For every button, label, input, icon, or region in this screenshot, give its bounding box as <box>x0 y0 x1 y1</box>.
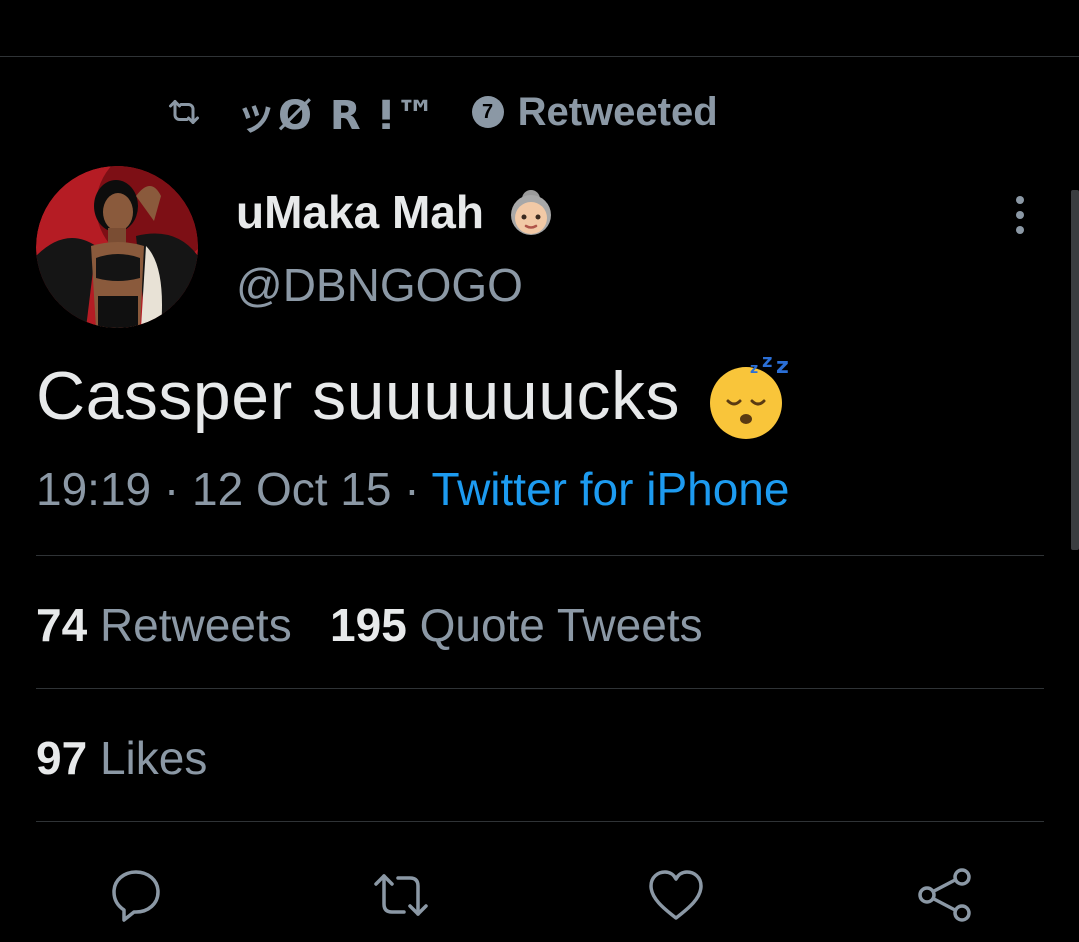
quote-tweets-count: 195 <box>330 599 407 651</box>
retweets-stat[interactable]: 74 Retweets <box>36 599 292 651</box>
top-divider <box>0 56 1079 57</box>
retweets-label: Retweets <box>99 599 292 651</box>
meta-separator: · <box>163 463 180 515</box>
scrollbar[interactable] <box>1071 190 1079 550</box>
share-icon[interactable] <box>914 864 976 926</box>
svg-text:z: z <box>776 354 789 379</box>
svg-text:z: z <box>750 361 758 377</box>
author-name-row[interactable]: uMaka Mah <box>236 182 558 242</box>
author-display-name[interactable]: uMaka Mah <box>236 185 484 239</box>
likes-stat[interactable]: 97 Likes <box>36 732 207 784</box>
retweet-stats-row: 74 Retweets 195 Quote Tweets <box>36 598 703 652</box>
tweet-source-link[interactable]: Twitter for iPhone <box>432 463 790 515</box>
tweet-detail-screen: ッØ R ⵑ™ 7 Retweeted uMaka Mah @DBNGOGO C… <box>0 0 1079 942</box>
tweet-text-row: Cassper suuuuuucks z z z <box>36 351 794 439</box>
author-handle[interactable]: @DBNGOGO <box>236 258 523 312</box>
svg-text:z: z <box>762 351 772 372</box>
quote-tweets-label: Quote Tweets <box>419 599 703 651</box>
tweet-time[interactable]: 19:19 <box>36 463 151 515</box>
older-woman-emoji-icon <box>510 190 551 235</box>
divider <box>36 555 1044 556</box>
retweeted-by-row[interactable]: ッØ R ⵑ™ 7 Retweeted <box>166 83 718 141</box>
tweet-meta: 19:19 · 12 Oct 15 · Twitter for iPhone <box>36 462 789 516</box>
retweet-small-icon <box>169 100 199 124</box>
reply-icon[interactable] <box>104 864 166 926</box>
retweet-icon[interactable] <box>370 864 432 926</box>
retweeted-label: Retweeted <box>517 89 718 134</box>
like-icon[interactable] <box>645 864 707 926</box>
divider <box>36 821 1044 822</box>
retweet-count-badge: 7 <box>471 96 504 128</box>
tweet-text: Cassper suuuuuucks <box>36 358 681 434</box>
sleeping-face-emoji-icon: z z z <box>710 351 789 439</box>
more-options-icon[interactable] <box>1012 194 1028 236</box>
avatar[interactable] <box>36 166 198 328</box>
divider <box>36 688 1044 689</box>
retweeter-name[interactable]: ッØ R ⵑ™ <box>236 83 438 141</box>
tweet-date[interactable]: 12 Oct 15 <box>192 463 391 515</box>
likes-stats-row: 97 Likes <box>36 731 207 785</box>
likes-label: Likes <box>99 732 208 784</box>
likes-count: 97 <box>36 732 88 784</box>
meta-separator: · <box>404 463 420 515</box>
quote-tweets-stat[interactable]: 195 Quote Tweets <box>330 599 703 651</box>
retweets-count: 74 <box>36 599 88 651</box>
